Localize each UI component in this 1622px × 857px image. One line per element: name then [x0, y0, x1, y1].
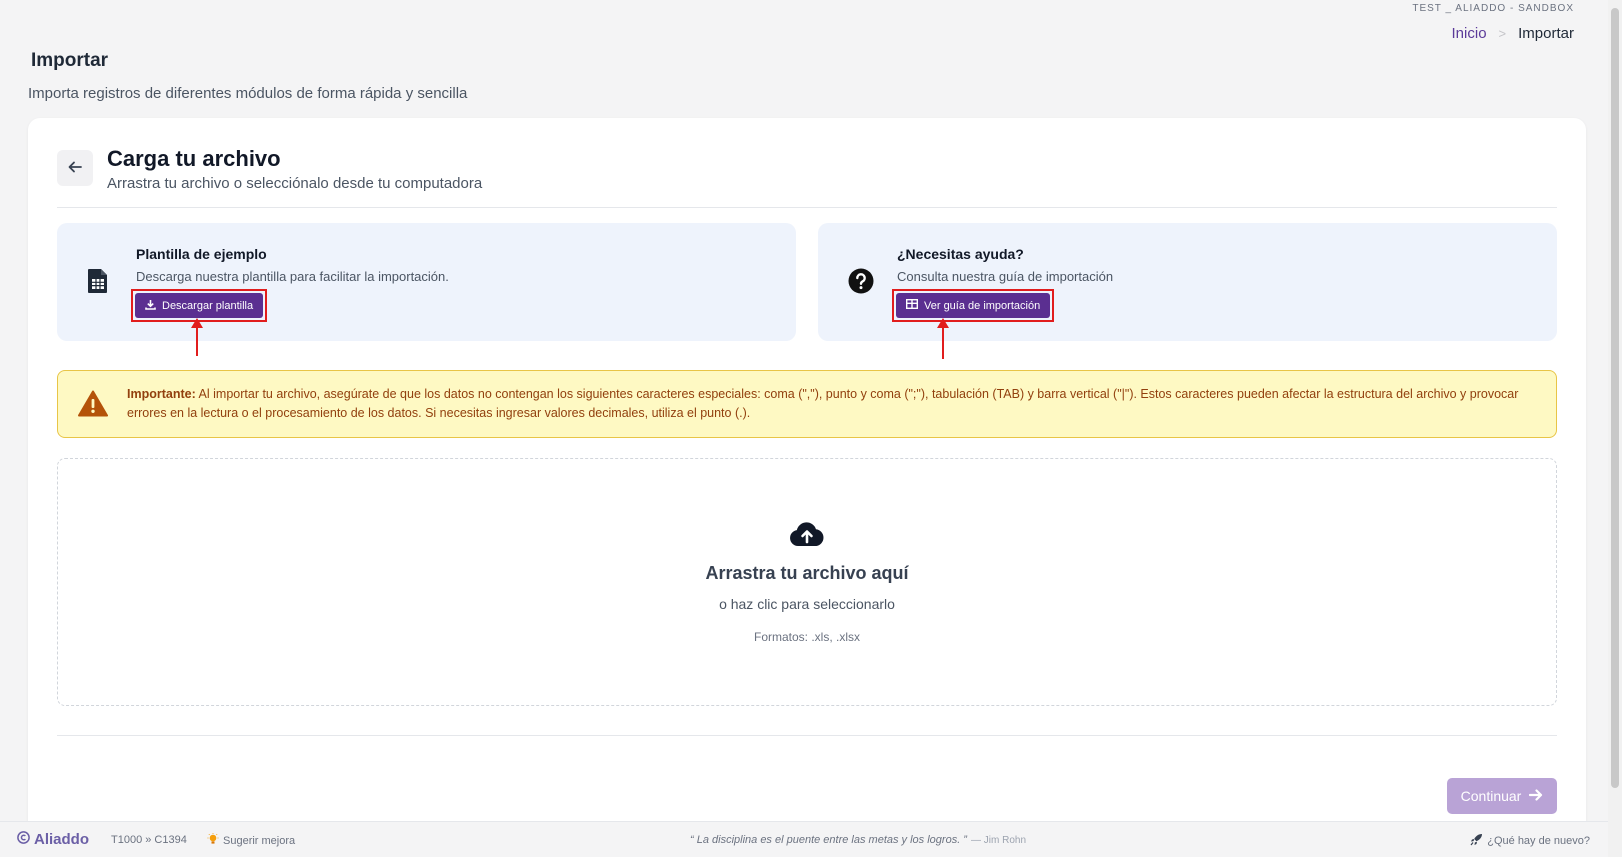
breadcrumb-current: Importar [1518, 25, 1574, 42]
footer-quote: “ La disciplina es el puente entre las m… [690, 834, 1026, 846]
whats-new-link[interactable]: ¿Qué hay de nuevo? [1470, 833, 1590, 849]
download-icon [145, 299, 156, 313]
page-subtitle: Importa registros de diferentes módulos … [28, 85, 468, 102]
company-name: TEST _ ALIADDO - SANDBOX [1412, 3, 1574, 14]
back-button[interactable] [57, 150, 93, 186]
warning-message: Importante: Al importar tu archivo, aseg… [127, 385, 1536, 423]
copyright-icon [17, 831, 30, 848]
help-box: ¿Necesitas ayuda? Consulta nuestra guía … [818, 223, 1557, 341]
tenant-code: T1000 » C1394 [111, 834, 187, 846]
scrollbar-thumb[interactable] [1611, 8, 1619, 788]
table-icon [905, 298, 919, 312]
card-title: Carga tu archivo [107, 146, 281, 171]
view-guide-button[interactable]: Ver guía de importación [896, 293, 1051, 318]
view-guide-label: Ver guía de importación [924, 299, 1041, 312]
page-title: Importar [31, 50, 109, 71]
template-box: Plantilla de ejemplo Descarga nuestra pl… [57, 223, 796, 341]
help-heading: ¿Necesitas ayuda? [897, 246, 1024, 262]
breadcrumb-separator: > [1498, 26, 1507, 41]
rocket-icon [1470, 833, 1483, 849]
warning-body: Al importar tu archivo, asegúrate de que… [127, 387, 1519, 420]
quote-author: — Jim Rohn [970, 835, 1026, 846]
card-subtitle: Arrastra tu archivo o selecciónalo desde… [107, 175, 483, 192]
download-template-label: Descargar plantilla [162, 299, 254, 312]
important-warning: Importante: Al importar tu archivo, aseg… [57, 370, 1557, 438]
lightbulb-icon [207, 833, 219, 848]
continue-button[interactable]: Continuar [1447, 778, 1557, 814]
upload-card: Carga tu archivo Arrastra tu archivo o s… [28, 118, 1586, 838]
warning-label: Importante: [127, 387, 196, 401]
annotation-arrow-left [191, 318, 203, 356]
continue-label: Continuar [1460, 788, 1522, 804]
warning-triangle-icon [78, 390, 108, 422]
cloud-upload-icon [789, 521, 825, 552]
whats-new-label: ¿Qué hay de nuevo? [1487, 835, 1590, 847]
footer-divider [57, 735, 1557, 736]
guide-button-highlight: Ver guía de importación [892, 289, 1055, 322]
breadcrumb: Inicio > Importar [1452, 25, 1574, 42]
question-circle-icon [848, 268, 874, 299]
annotation-arrow-right [937, 318, 949, 359]
page-scrollbar[interactable] [1608, 0, 1622, 857]
suggest-improvement-link[interactable]: Sugerir mejora [207, 833, 295, 848]
arrow-left-icon [68, 160, 82, 177]
template-heading: Plantilla de ejemplo [136, 246, 267, 262]
file-dropzone[interactable]: Arrastra tu archivo aquí o haz clic para… [57, 458, 1557, 706]
dropzone-subtitle: o haz clic para seleccionarlo [719, 596, 895, 612]
template-text: Descarga nuestra plantilla para facilita… [136, 269, 449, 284]
breadcrumb-home-link[interactable]: Inicio [1452, 25, 1487, 42]
dropzone-title: Arrastra tu archivo aquí [705, 563, 909, 583]
file-spreadsheet-icon [87, 268, 109, 299]
app-footer: Aliaddo T1000 » C1394 Sugerir mejora “ L… [0, 821, 1608, 857]
suggest-label: Sugerir mejora [223, 834, 296, 847]
arrow-right-icon [1529, 788, 1543, 804]
header-divider [57, 207, 1557, 208]
quote-text: “ La disciplina es el puente entre las m… [690, 834, 967, 846]
help-text: Consulta nuestra guía de importación [897, 269, 1114, 284]
brand-logo[interactable]: Aliaddo [17, 831, 89, 848]
dropzone-formats: Formatos: .xls, .xlsx [753, 630, 860, 644]
brand-name: Aliaddo [34, 831, 89, 848]
download-template-button[interactable]: Descargar plantilla [135, 293, 264, 318]
